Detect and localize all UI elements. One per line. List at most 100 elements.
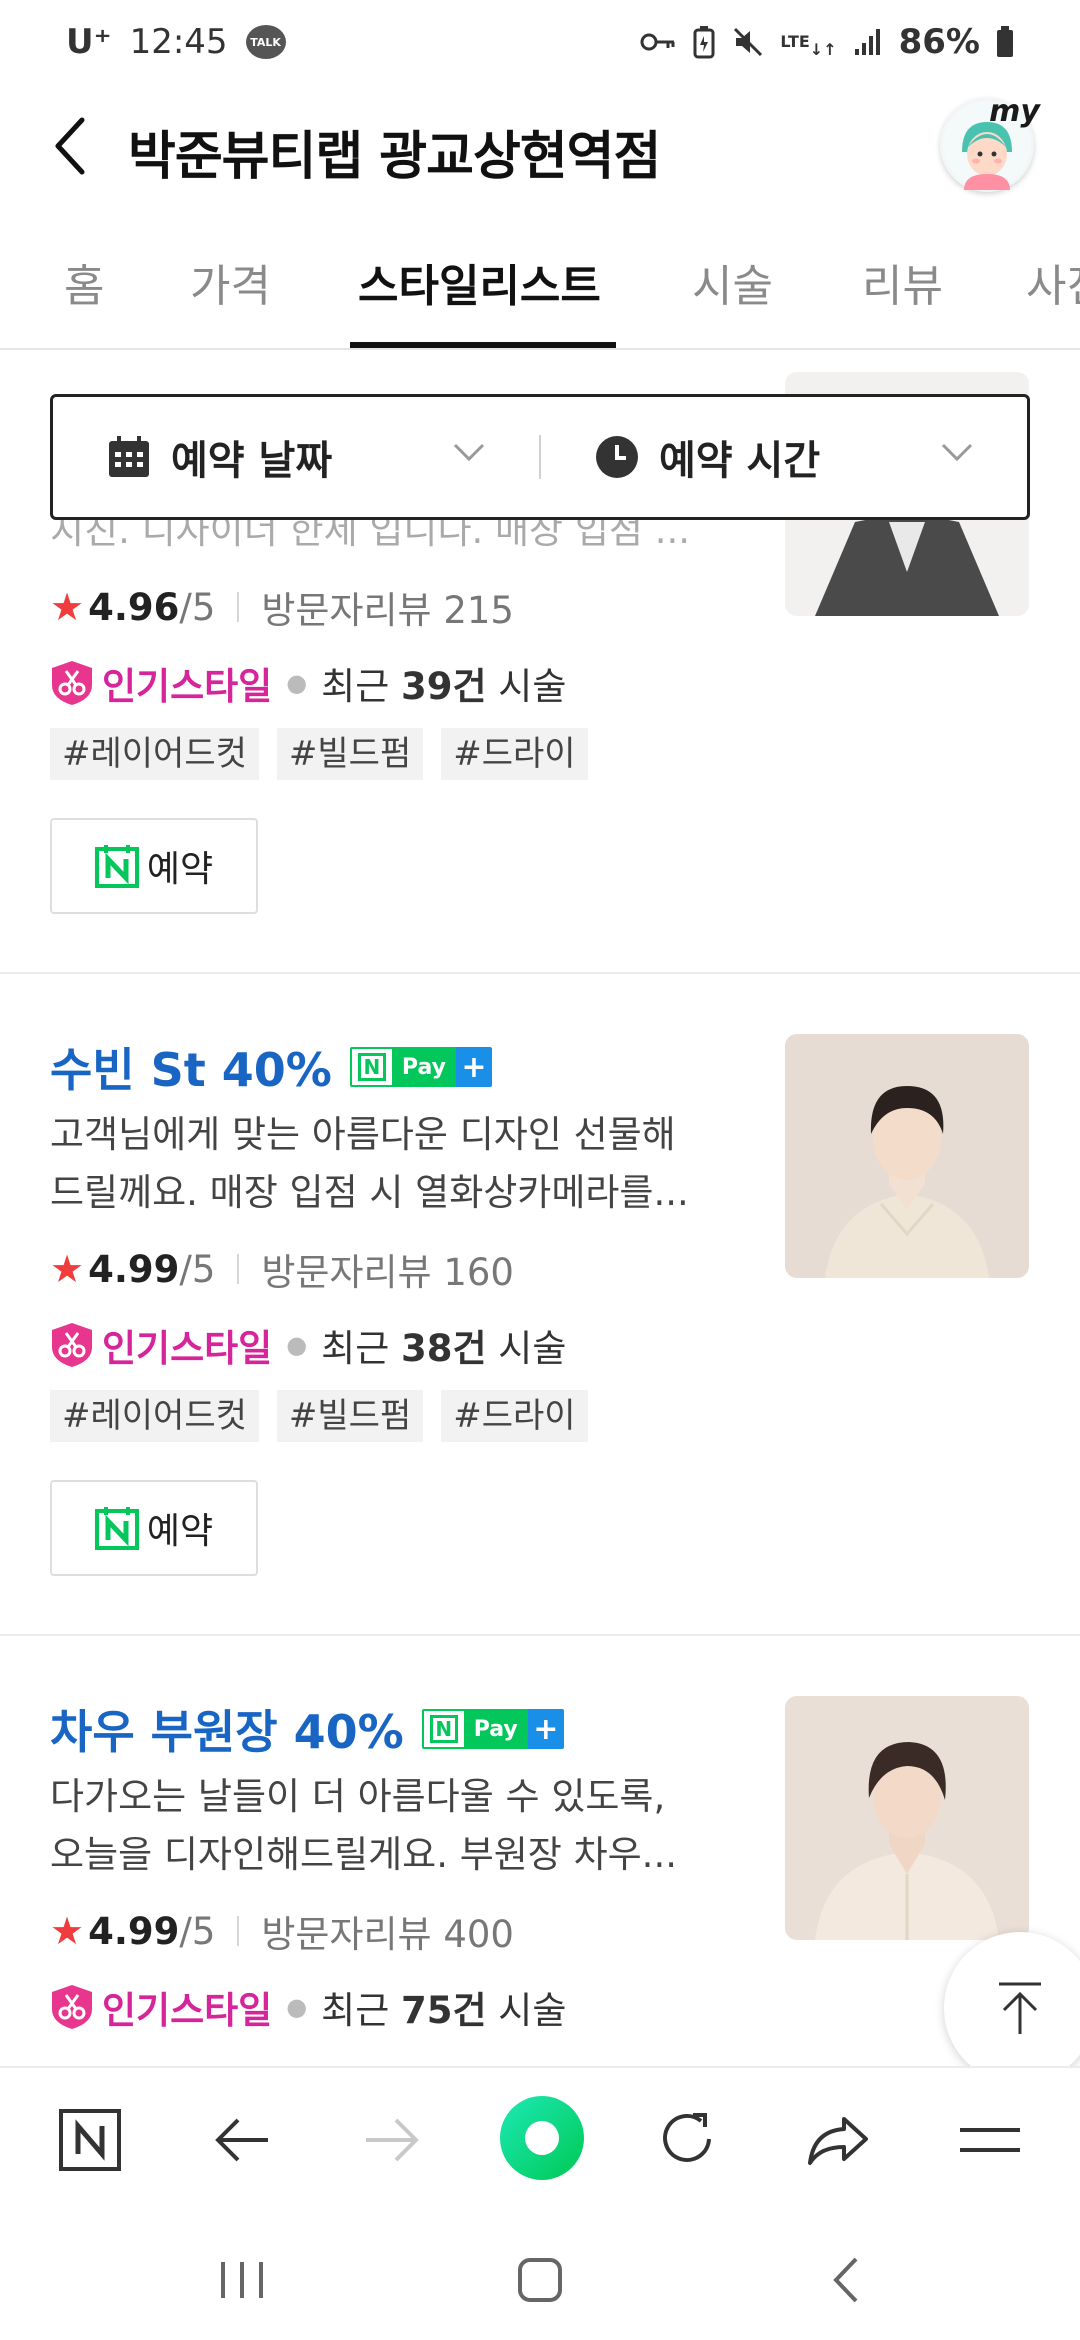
home-nav-button[interactable] — [504, 2244, 576, 2316]
carrier-label: U⁺ — [66, 22, 112, 62]
clock-time: 12:45 — [129, 22, 228, 62]
forward-button[interactable] — [356, 2104, 428, 2176]
rating-value: 4.99 — [88, 1247, 180, 1291]
clock-icon — [595, 435, 639, 479]
tag[interactable]: #레이어드컷 — [50, 1390, 259, 1442]
refresh-icon — [663, 2113, 711, 2162]
popular-row: 인기스타일 ● 최근 38건 시술 — [50, 1318, 566, 1372]
time-filter[interactable]: 예약 시간 — [541, 397, 1027, 517]
review-count: 방문자리뷰 215 — [261, 589, 514, 632]
my-profile-button[interactable]: my — [940, 94, 1040, 192]
naver-n-icon — [59, 2109, 121, 2171]
refresh-button[interactable] — [652, 2104, 724, 2176]
popular-row: 인기스타일 ● 최근 39건 시술 — [50, 656, 566, 710]
menu-button[interactable] — [954, 2104, 1026, 2176]
book-button[interactable]: 예약 — [50, 1480, 258, 1576]
tab-review[interactable]: 리뷰 — [862, 250, 943, 314]
popular-style-label: 인기스타일 — [102, 1327, 273, 1370]
reservation-filter-bar: 예약 날짜 예약 시간 — [50, 394, 1030, 520]
app-header: 박준뷰티랩 광교상현역점 my — [0, 84, 1080, 204]
recent-procedures: 최근 38건 시술 — [321, 1327, 567, 1370]
stylist-name[interactable]: 차우 부원장 40% N Pay + — [50, 1696, 564, 1762]
stylist-photo[interactable] — [785, 1696, 1029, 1940]
divider — [0, 972, 1080, 974]
battery-percent: 86% — [898, 22, 980, 62]
stylist-photo[interactable] — [785, 1034, 1029, 1278]
rating-row: ★ 4.96 /5 방문자리뷰 215 — [50, 580, 514, 634]
rating-row: ★ 4.99 /5 방문자리뷰 400 — [50, 1904, 514, 1958]
naver-calendar-icon — [94, 845, 139, 888]
rating-value: 4.96 — [88, 585, 180, 629]
kakaotalk-notification-icon: TALK — [245, 25, 286, 59]
tag-list: #레이어드컷 #빌드펌 #드라이 — [50, 1390, 588, 1442]
page-title: 박준뷰티랩 광교상현역점 — [128, 127, 661, 187]
tab-bar: 홈 가격 스타일리스트 시술 리뷰 사진 — [0, 228, 1080, 350]
recent-procedures: 최근 75건 시술 — [321, 1989, 567, 2032]
home-button[interactable] — [500, 2096, 584, 2180]
tab-procedure[interactable]: 시술 — [692, 250, 773, 314]
back-icon — [215, 2118, 268, 2162]
home-icon — [525, 2121, 559, 2155]
book-button-label: 예약 — [146, 849, 214, 890]
system-navigation-bar — [0, 2208, 1080, 2340]
rating-value: 4.99 — [88, 1909, 180, 1953]
scissors-badge-icon — [52, 661, 92, 705]
my-label: my — [989, 94, 1040, 129]
browser-toolbar — [0, 2066, 1080, 2208]
naver-home-button[interactable] — [54, 2104, 126, 2176]
arrow-up-icon — [999, 1982, 1041, 2034]
stylist-description: 다가오는 날들이 더 아름다울 수 있도록, 오늘을 디자인해드릴게요. 부원장… — [50, 1775, 677, 1876]
back-chevron-icon — [833, 2257, 858, 2303]
battery-icon — [996, 26, 1014, 58]
tab-photo[interactable]: 사진 — [1026, 250, 1080, 314]
divider — [0, 1634, 1080, 1636]
share-icon — [808, 2117, 868, 2165]
stylist-name[interactable]: 수빈 St 40% N Pay + — [50, 1034, 492, 1100]
time-filter-label: 예약 시간 — [659, 438, 821, 484]
tag[interactable]: #빌드펌 — [276, 1390, 424, 1442]
recent-procedures: 최근 39건 시술 — [321, 665, 567, 708]
active-tab-indicator — [350, 342, 616, 348]
home-square-icon — [518, 2258, 562, 2302]
tag[interactable]: #드라이 — [441, 1390, 588, 1442]
tab-stylist[interactable]: 스타일리스트 — [358, 250, 601, 314]
scroll-to-top-button[interactable] — [944, 1932, 1080, 2084]
popular-style-label: 인기스타일 — [102, 1989, 273, 2032]
naver-calendar-icon — [94, 1507, 139, 1550]
recent-apps-button[interactable] — [206, 2244, 278, 2316]
naver-pay-badge: N Pay + — [349, 1047, 492, 1087]
tab-price[interactable]: 가격 — [190, 250, 271, 314]
scissors-badge-icon — [52, 1323, 92, 1367]
tab-home[interactable]: 홈 — [64, 250, 104, 314]
review-count: 방문자리뷰 400 — [261, 1913, 514, 1956]
tag[interactable]: #드라이 — [441, 728, 588, 780]
battery-saver-icon — [692, 25, 716, 59]
book-button[interactable]: 예약 — [50, 818, 258, 914]
chevron-down-icon — [453, 443, 485, 462]
key-icon — [640, 30, 676, 54]
tag[interactable]: #빌드펌 — [276, 728, 424, 780]
forward-icon — [366, 2118, 419, 2162]
star-icon: ★ — [50, 1247, 85, 1291]
share-button[interactable] — [802, 2104, 874, 2176]
recent-apps-icon — [221, 2262, 263, 2298]
date-filter-label: 예약 날짜 — [171, 438, 333, 484]
date-filter[interactable]: 예약 날짜 — [53, 397, 539, 517]
mute-icon — [732, 26, 764, 58]
status-bar: U⁺ 12:45 TALK LTE ↓↑ 86% — [0, 0, 1080, 84]
menu-icon — [960, 2128, 1020, 2152]
back-arrow-icon — [55, 117, 85, 175]
popular-row: 인기스타일 ● 최근 75건 시술 — [50, 1980, 566, 2034]
star-icon: ★ — [50, 1909, 85, 1953]
stylist-description: 고객님에게 맞는 아름다운 디자인 선물해 드릴께요. 매장 입점 시 열화상카… — [50, 1113, 689, 1214]
scissors-badge-icon — [52, 1985, 92, 2029]
popular-style-label: 인기스타일 — [102, 665, 273, 708]
calendar-icon — [107, 435, 151, 479]
signal-icon — [853, 27, 883, 57]
lte-icon: LTE ↓↑ — [780, 32, 837, 59]
tag[interactable]: #레이어드컷 — [50, 728, 259, 780]
naver-pay-badge: N Pay + — [421, 1709, 564, 1749]
back-button[interactable] — [40, 116, 100, 176]
back-button[interactable] — [206, 2104, 278, 2176]
back-nav-button[interactable] — [810, 2244, 882, 2316]
